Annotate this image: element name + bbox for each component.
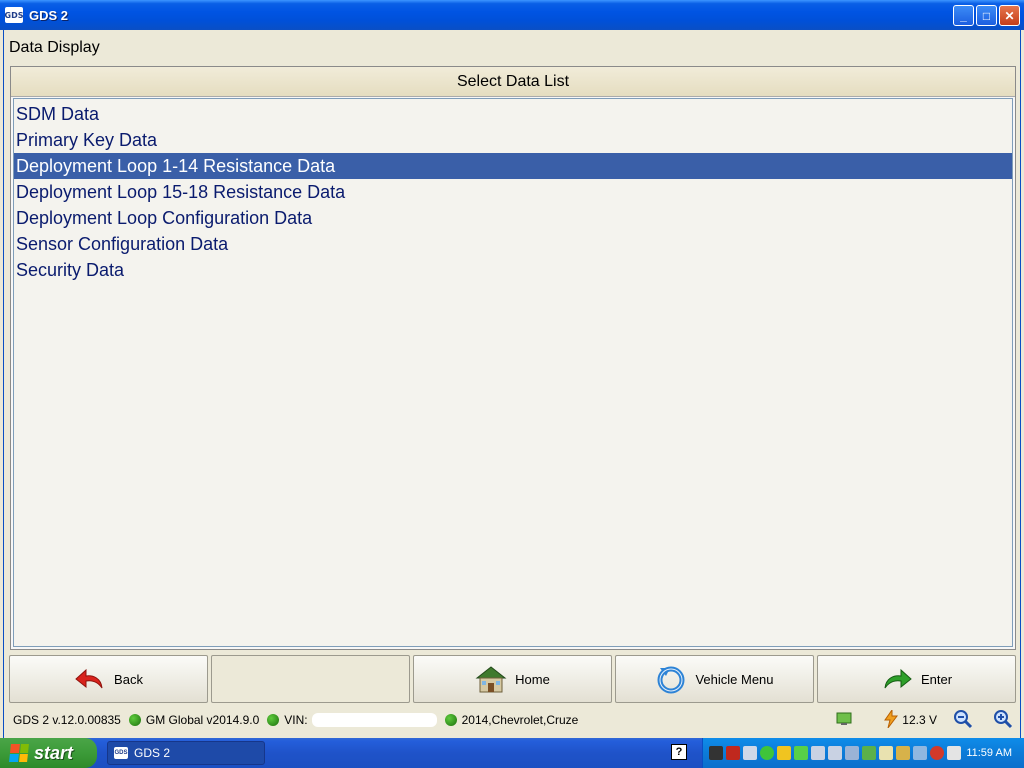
status-bar: GDS 2 v.12.0.00835 GM Global v2014.9.0 V… xyxy=(9,707,1019,733)
maximize-button[interactable]: □ xyxy=(976,5,997,26)
minimize-button[interactable]: _ xyxy=(953,5,974,26)
system-tray: 11:59 AM xyxy=(702,738,1024,768)
back-button-label: Back xyxy=(114,671,143,687)
status-dot-icon[interactable] xyxy=(760,746,774,760)
database-text: GM Global v2014.9.0 xyxy=(145,713,260,727)
refresh-arrow-icon xyxy=(655,663,687,695)
clock[interactable]: 11:59 AM xyxy=(966,747,1012,759)
list-item-deployment-loop-15-18[interactable]: Deployment Loop 15-18 Resistance Data xyxy=(14,179,1012,205)
pdf-icon[interactable] xyxy=(726,746,740,760)
back-button[interactable]: Back xyxy=(9,655,208,703)
lightning-icon xyxy=(884,707,899,731)
network-disconnected-icon[interactable] xyxy=(828,746,842,760)
enter-button[interactable]: Enter xyxy=(817,655,1016,703)
taskbar: start GDS GDS 2 ? 11:59 AM xyxy=(0,738,1024,768)
display-icon[interactable] xyxy=(879,746,893,760)
status-ok-icon xyxy=(267,714,280,726)
update-icon[interactable] xyxy=(862,746,876,760)
home-button[interactable]: Home xyxy=(413,655,612,703)
gds-app-icon: GDS xyxy=(5,7,23,23)
list-item-primary-key-data[interactable]: Primary Key Data xyxy=(14,127,1012,153)
home-icon xyxy=(475,663,507,695)
list-item-sdm-data[interactable]: SDM Data xyxy=(14,101,1012,127)
status-ok-icon xyxy=(444,714,457,726)
audio-icon[interactable] xyxy=(845,746,859,760)
home-button-label: Home xyxy=(515,671,550,687)
version-text: GDS 2 v.12.0.00835 xyxy=(13,713,121,727)
back-arrow-icon xyxy=(74,663,106,695)
gds-app-icon: GDS xyxy=(114,747,128,759)
keyboard-icon[interactable] xyxy=(947,746,961,760)
vehicle-text: 2014,Chevrolet,Cruze xyxy=(461,713,579,727)
window-title: GDS 2 xyxy=(29,7,69,23)
close-button[interactable]: ✕ xyxy=(999,5,1020,26)
vehicle-menu-button[interactable]: Vehicle Menu xyxy=(615,655,814,703)
help-icon[interactable]: ? xyxy=(671,744,687,760)
app-window: Data Display Select Data List SDM Data P… xyxy=(3,30,1021,738)
settings-icon[interactable] xyxy=(913,746,927,760)
camera-icon[interactable] xyxy=(709,746,723,760)
enter-arrow-icon xyxy=(881,663,913,695)
network-icon[interactable] xyxy=(743,746,757,760)
network-disconnected-icon[interactable] xyxy=(811,746,825,760)
vehicle-menu-button-label: Vehicle Menu xyxy=(695,671,774,687)
empty-button-slot xyxy=(211,655,410,703)
navigation-button-row: Back Home Vehicle Menu Enter xyxy=(9,655,1019,703)
start-button[interactable]: start xyxy=(0,738,97,768)
taskbar-item-gds2[interactable]: GDS GDS 2 xyxy=(107,741,265,765)
status-ok-icon xyxy=(128,714,141,726)
zoom-in-icon[interactable] xyxy=(993,709,1013,732)
page-title: Data Display xyxy=(9,39,100,56)
list-item-sensor-config[interactable]: Sensor Configuration Data xyxy=(14,231,1012,257)
list-item-security-data[interactable]: Security Data xyxy=(14,257,1012,283)
windows-logo-icon xyxy=(9,744,29,762)
enter-button-label: Enter xyxy=(920,671,953,687)
start-label: start xyxy=(34,742,74,763)
list-item-deployment-loop-config[interactable]: Deployment Loop Configuration Data xyxy=(14,205,1012,231)
data-list[interactable]: SDM Data Primary Key Data Deployment Loo… xyxy=(13,98,1013,647)
voltage-text: 12.3 V xyxy=(902,713,937,727)
monitor-icon[interactable] xyxy=(836,712,852,729)
folder-icon[interactable] xyxy=(896,746,910,760)
taskbar-item-label: GDS 2 xyxy=(134,746,171,760)
vin-redacted xyxy=(311,713,437,727)
data-list-panel: Select Data List SDM Data Primary Key Da… xyxy=(10,66,1016,650)
panel-header: Select Data List xyxy=(11,67,1015,97)
list-item-deployment-loop-1-14[interactable]: Deployment Loop 1-14 Resistance Data xyxy=(14,153,1012,179)
shield-icon[interactable] xyxy=(777,746,791,760)
security-alert-icon[interactable] xyxy=(930,746,944,760)
signal-icon[interactable] xyxy=(794,746,808,760)
vin-label: VIN: xyxy=(284,713,308,727)
window-titlebar[interactable]: GDS GDS 2 _ □ ✕ xyxy=(0,0,1024,30)
zoom-out-icon[interactable] xyxy=(953,709,973,732)
